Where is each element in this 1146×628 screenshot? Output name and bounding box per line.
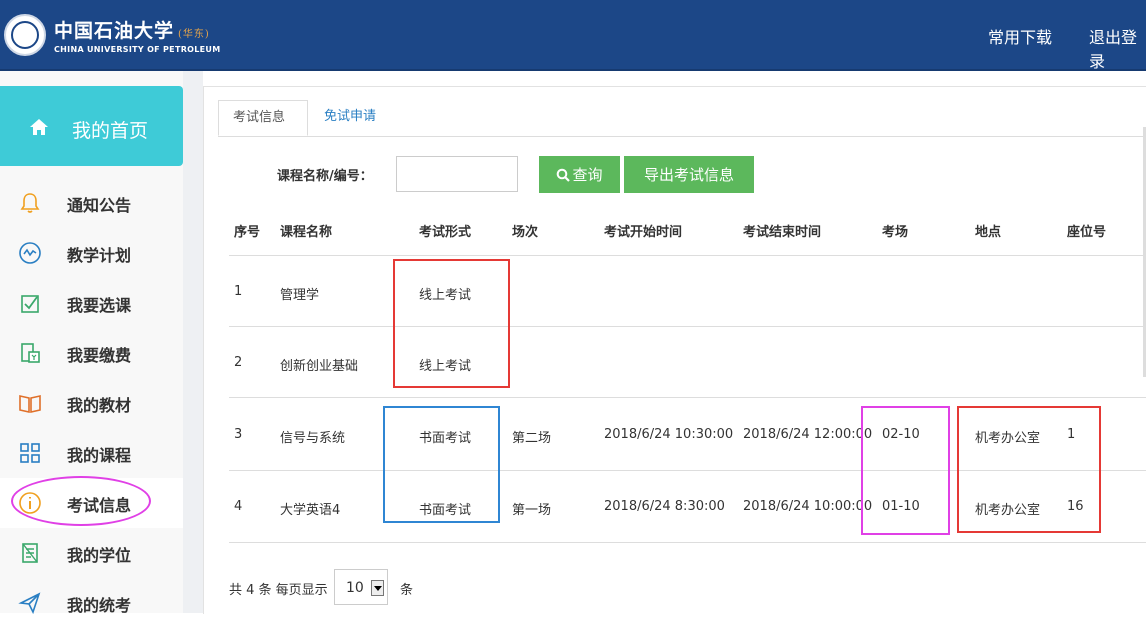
column-header: 考试开始时间 — [604, 225, 683, 240]
sidebar-item-teaching-plan[interactable]: 教学计划 — [0, 228, 183, 278]
annotation-ellipse-magenta — [11, 476, 151, 526]
sidebar-item-course-selection[interactable]: 我要选课 — [0, 278, 183, 328]
logo-english: CHINA UNIVERSITY OF PETROLEUM — [54, 45, 221, 54]
checkbox-icon — [21, 295, 39, 313]
column-header: 场次 — [512, 225, 539, 240]
annotation-box-blue-written — [383, 406, 500, 523]
university-seal-icon — [4, 14, 46, 56]
column-header: 序号 — [234, 225, 261, 240]
tab-exam-info[interactable]: 考试信息 — [218, 100, 308, 136]
sidebar-item-label: 我要选课 — [67, 296, 132, 315]
sidebar: 我的首页 通知公告 教学计划 我要选课 我要缴费 我的教材 我的课程 考试信息 … — [0, 71, 183, 615]
sidebar-item-textbooks[interactable]: 我的教材 — [0, 378, 183, 428]
column-header: 考试结束时间 — [743, 225, 822, 240]
column-header: 地点 — [975, 225, 1002, 240]
main-content: 考试信息 免试申请 课程名称/编号： 查询 导出考试信息 序号 课程名称 考试形… — [203, 86, 1146, 614]
book-icon — [19, 395, 41, 413]
query-button[interactable]: 查询 — [539, 156, 620, 193]
column-header: 考场 — [882, 225, 909, 240]
sidebar-item-home[interactable]: 我的首页 — [0, 86, 183, 166]
annotation-box-red-location — [957, 406, 1101, 533]
course-search-label: 课程名称/编号： — [277, 169, 373, 184]
home-icon — [30, 119, 48, 135]
export-exam-info-button[interactable]: 导出考试信息 — [624, 156, 754, 193]
column-header: 考试形式 — [419, 225, 472, 240]
bell-icon — [20, 193, 40, 213]
sidebar-item-label: 我要缴费 — [67, 346, 132, 365]
tab-bar: 考试信息 免试申请 — [218, 100, 1146, 137]
sidebar-item-label: 我的学位 — [67, 546, 132, 565]
page-size-select[interactable]: 10 — [334, 569, 388, 605]
wave-icon — [19, 242, 41, 264]
university-logo[interactable]: 中国石油大学 (华东) CHINA UNIVERSITY OF PETROLEUM — [4, 10, 221, 60]
sidebar-item-label: 通知公告 — [67, 196, 132, 215]
record-count-text: 共 4 条 每页显示 — [229, 583, 328, 598]
logout-link[interactable]: 退出登录 — [1089, 24, 1146, 72]
sidebar-item-unified-exam[interactable]: 我的统考 — [0, 578, 183, 628]
payment-icon — [21, 343, 40, 363]
downloads-link[interactable]: 常用下载 — [988, 24, 1052, 48]
column-header: 座位号 — [1067, 225, 1107, 240]
sidebar-item-degree[interactable]: 我的学位 — [0, 528, 183, 578]
sidebar-item-label: 教学计划 — [67, 246, 132, 265]
tab-exemption[interactable]: 免试申请 — [310, 100, 400, 136]
sidebar-item-label: 我的统考 — [67, 596, 132, 615]
column-header: 课程名称 — [280, 225, 333, 240]
annotation-box-red-online — [393, 259, 510, 388]
course-search-input[interactable] — [396, 156, 518, 192]
sidebar-item-label: 我的课程 — [67, 446, 132, 465]
sidebar-item-courses[interactable]: 我的课程 — [0, 428, 183, 478]
logo-chinese: 中国石油大学 (华东) — [54, 20, 210, 42]
grid-icon — [20, 443, 40, 463]
search-icon — [557, 168, 571, 182]
sidebar-item-label: 我的教材 — [67, 396, 132, 415]
annotation-box-magenta-room — [861, 406, 950, 535]
send-icon — [18, 592, 41, 615]
top-header: 中国石油大学 (华东) CHINA UNIVERSITY OF PETROLEUM… — [0, 0, 1146, 71]
sidebar-item-payment[interactable]: 我要缴费 — [0, 328, 183, 378]
sidebar-home-label: 我的首页 — [72, 120, 149, 142]
page-size-suffix: 条 — [400, 583, 414, 598]
sidebar-item-notices[interactable]: 通知公告 — [0, 178, 183, 228]
chevron-down-icon[interactable] — [371, 580, 384, 596]
degree-icon — [22, 543, 38, 563]
